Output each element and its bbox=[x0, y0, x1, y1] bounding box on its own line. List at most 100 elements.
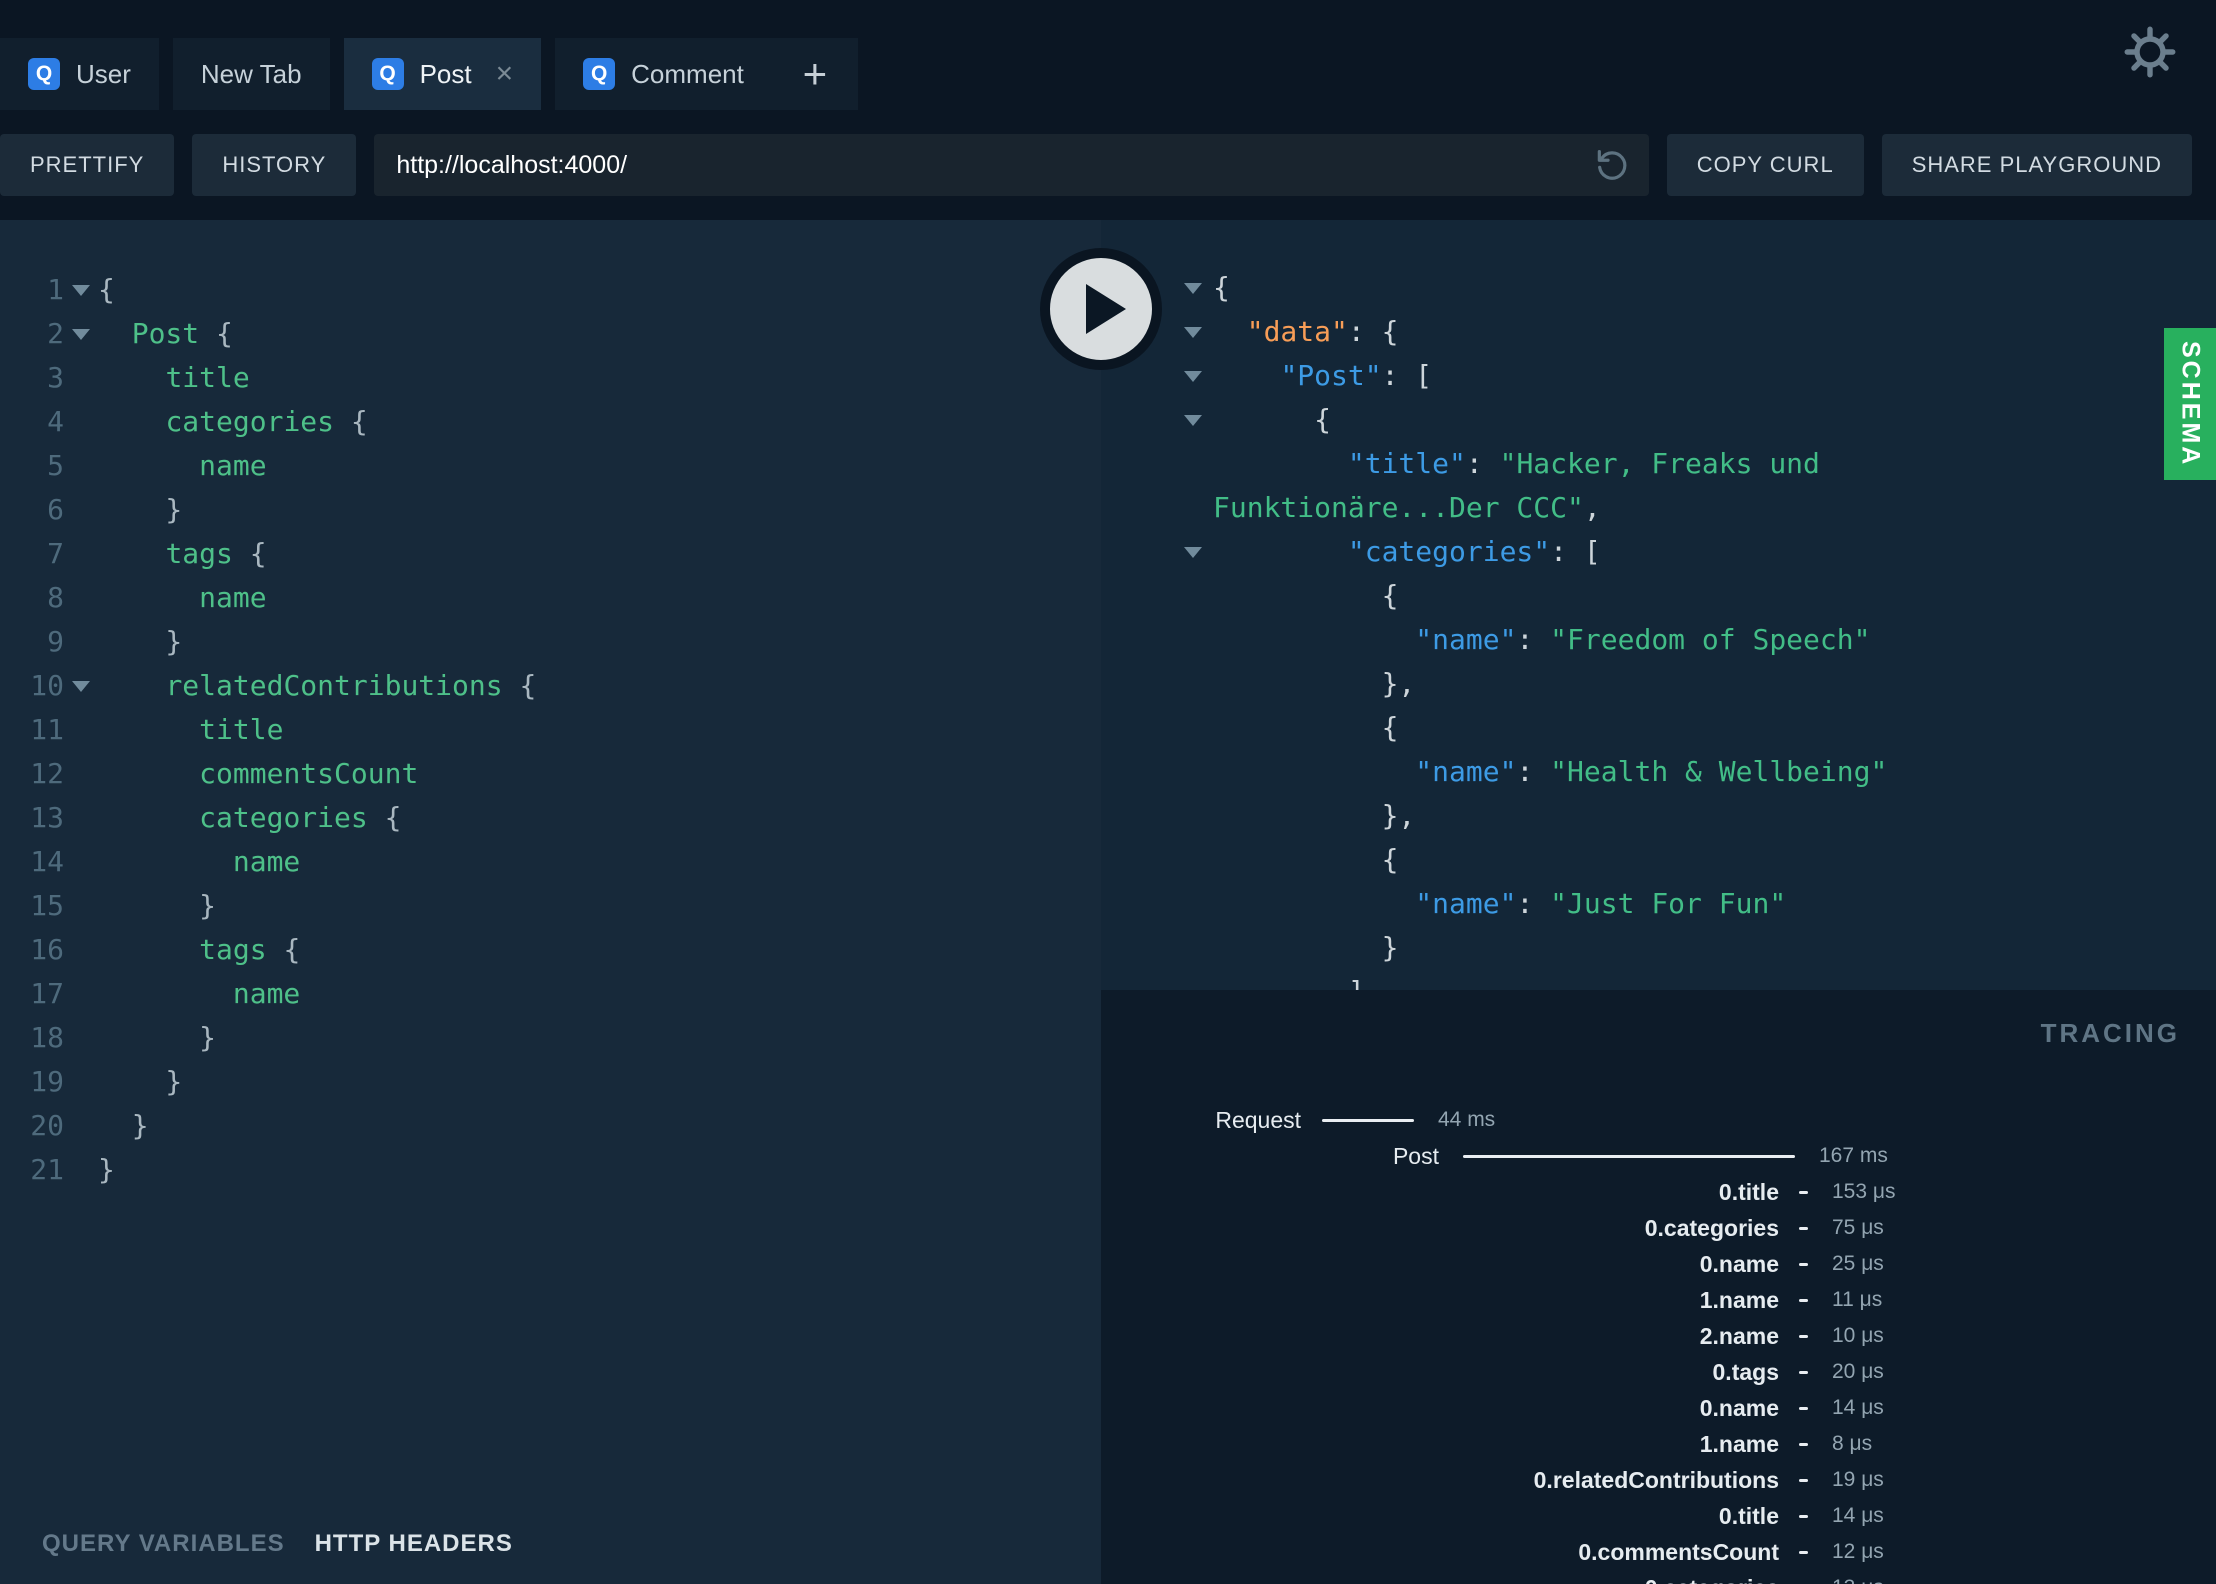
code-text: { bbox=[98, 268, 115, 312]
tab-new-tab[interactable]: New Tab bbox=[172, 38, 330, 110]
tracing-rows: Request 44 ms Post 167 ms 0.title 153 μs 0.cat… bbox=[1101, 1102, 2216, 1584]
tracing-row-time: 167 ms bbox=[1819, 1144, 1888, 1167]
close-tab-icon[interactable]: × bbox=[496, 59, 514, 89]
tracing-field-row: 1.name 8 μs bbox=[1101, 1426, 2216, 1462]
tracing-field-row: 0.relatedContributions 19 μs bbox=[1101, 1462, 2216, 1498]
tracing-row-time: 12 μs bbox=[1832, 1540, 1884, 1563]
code-token: } bbox=[98, 1153, 115, 1186]
code-text: } bbox=[98, 620, 182, 664]
endpoint-url-input[interactable] bbox=[396, 150, 1579, 180]
code-line: { bbox=[1101, 838, 2216, 882]
code-token: { bbox=[266, 933, 301, 966]
toolbar: PRETTIFY HISTORY COPY CURL SHARE PLAYGRO… bbox=[0, 110, 2216, 220]
line-number: 16 bbox=[30, 933, 64, 966]
code-line: 18 } bbox=[0, 1016, 1101, 1060]
tracing-row-time: 19 μs bbox=[1832, 1468, 1884, 1491]
schema-sidebar-tab[interactable]: SCHEMA bbox=[2164, 328, 2216, 480]
execute-query-button[interactable] bbox=[1040, 248, 1162, 370]
code-token: categories bbox=[199, 801, 368, 834]
code-line: } bbox=[1101, 926, 2216, 970]
code-text: name bbox=[98, 444, 267, 488]
tracing-row-time: 14 μs bbox=[1832, 1504, 1884, 1527]
code-line: }, bbox=[1101, 794, 2216, 838]
code-token: "Hacker, Freaks und bbox=[1499, 447, 1820, 480]
editor-footer: QUERY VARIABLES HTTP HEADERS bbox=[0, 1504, 1101, 1584]
fold-toggle[interactable] bbox=[1173, 414, 1213, 426]
tracing-row-label: 1.name bbox=[1699, 1286, 1779, 1313]
history-button[interactable]: HISTORY bbox=[192, 134, 357, 196]
code-text: }, bbox=[1213, 662, 1416, 706]
reload-icon[interactable] bbox=[1593, 146, 1631, 184]
tracing-duration-bar bbox=[1799, 1442, 1808, 1446]
code-text: "Post": [ bbox=[1213, 354, 1432, 398]
code-token: name bbox=[199, 449, 267, 482]
code-token: tags bbox=[199, 933, 267, 966]
code-line: 11 title bbox=[0, 708, 1101, 752]
code-text: { bbox=[1213, 266, 1230, 310]
code-line: Funktionäre...Der CCC", bbox=[1101, 486, 2216, 530]
code-token: : { bbox=[1347, 315, 1399, 348]
code-line: 6 } bbox=[0, 488, 1101, 532]
fold-toggle[interactable] bbox=[1173, 370, 1213, 382]
tracing-row-label: 0.name bbox=[1699, 1394, 1779, 1421]
fold-toggle[interactable] bbox=[1173, 546, 1213, 558]
tracing-row-label: 0.name bbox=[1699, 1250, 1779, 1277]
chevron-down-icon bbox=[1184, 546, 1202, 558]
line-number: 7 bbox=[47, 537, 64, 570]
query-type-icon: Q bbox=[371, 58, 404, 90]
code-text: Funktionäre...Der CCC", bbox=[1213, 486, 1601, 530]
code-token: Funktionäre...Der CCC" bbox=[1213, 491, 1584, 524]
share-playground-button[interactable]: SHARE PLAYGROUND bbox=[1881, 134, 2192, 196]
tab-user[interactable]: Q User bbox=[0, 38, 159, 110]
code-text: ] bbox=[1213, 970, 1365, 990]
code-token: }, bbox=[1213, 799, 1416, 832]
tracing-row-time: 20 μs bbox=[1832, 1360, 1884, 1383]
new-tab-button[interactable]: + bbox=[771, 38, 858, 110]
code-token: : bbox=[1516, 887, 1551, 920]
tracing-duration-bar bbox=[1799, 1406, 1808, 1410]
tab-label: New Tab bbox=[200, 58, 302, 89]
query-editor[interactable]: 1{2 Post {3 title 4 categories {5 name 6 }… bbox=[0, 220, 1101, 1192]
fold-toggle[interactable] bbox=[1173, 326, 1213, 338]
code-token: { bbox=[367, 801, 402, 834]
code-line: { bbox=[1101, 706, 2216, 750]
http-headers-tab[interactable]: HTTP HEADERS bbox=[315, 1530, 513, 1558]
fold-toggle[interactable] bbox=[64, 328, 98, 340]
fold-toggle[interactable] bbox=[1173, 282, 1213, 294]
response-pane: { "data": { "Post": [ { "title": "Hacker… bbox=[1101, 220, 2216, 990]
code-token: "name" bbox=[1415, 887, 1517, 920]
code-text: } bbox=[98, 1060, 182, 1104]
tab-post[interactable]: Q Post × bbox=[343, 38, 542, 110]
code-token: "name" bbox=[1415, 623, 1517, 656]
code-text: title bbox=[98, 708, 283, 752]
settings-gear-icon[interactable] bbox=[2124, 26, 2176, 78]
fold-toggle[interactable] bbox=[64, 680, 98, 692]
tracing-request-row: Request 44 ms bbox=[1101, 1102, 2216, 1138]
code-token: name bbox=[232, 845, 301, 878]
code-text: } bbox=[98, 488, 182, 532]
code-token: { bbox=[199, 317, 233, 350]
code-line: 10 relatedContributions { bbox=[0, 664, 1101, 708]
code-line: 2 Post { bbox=[0, 312, 1101, 356]
endpoint-url-bar bbox=[374, 134, 1649, 196]
tracing-row-label: 2.name bbox=[1699, 1322, 1779, 1349]
tab-label: Post bbox=[419, 58, 472, 89]
fold-toggle[interactable] bbox=[64, 284, 98, 296]
code-text: } bbox=[98, 1016, 216, 1060]
code-line: 20 } bbox=[0, 1104, 1101, 1148]
prettify-button[interactable]: PRETTIFY bbox=[0, 134, 175, 196]
tracing-row-label: 0.commentsCount bbox=[1578, 1538, 1779, 1565]
line-number: 18 bbox=[30, 1021, 64, 1054]
copy-curl-button[interactable]: COPY CURL bbox=[1666, 134, 1864, 196]
tracing-field-row: 0.categories 75 μs bbox=[1101, 1210, 2216, 1246]
tracing-duration-bar bbox=[1799, 1370, 1808, 1374]
code-token: } bbox=[98, 493, 183, 526]
tab-comment[interactable]: Q Comment bbox=[555, 38, 772, 110]
query-variables-tab[interactable]: QUERY VARIABLES bbox=[42, 1530, 285, 1558]
chevron-down-icon bbox=[72, 680, 90, 692]
code-token: Post bbox=[131, 317, 200, 350]
